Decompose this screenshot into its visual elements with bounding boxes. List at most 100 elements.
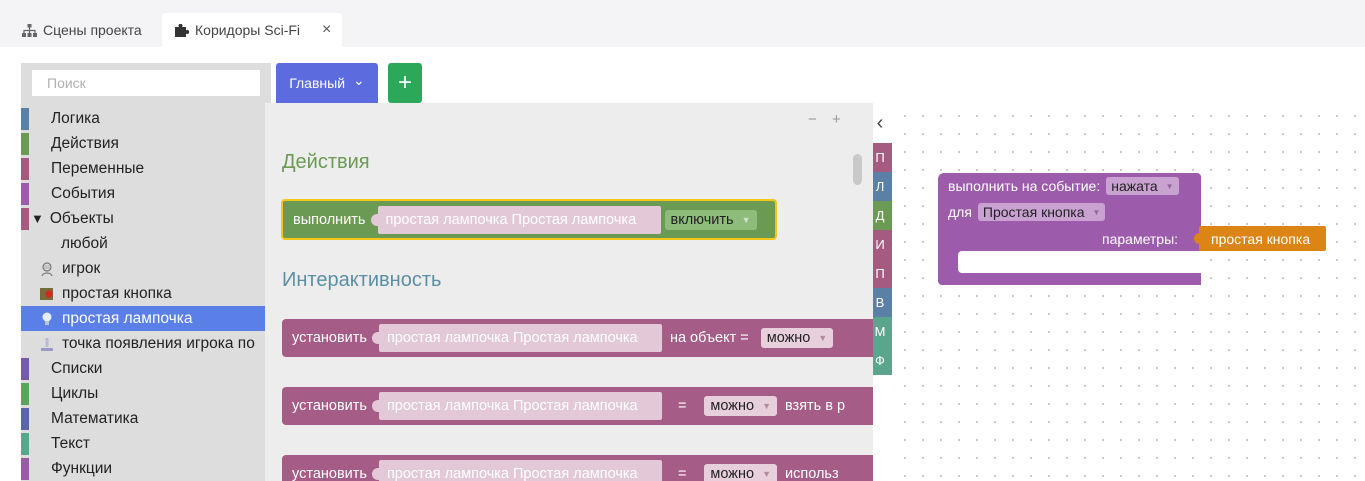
category-label: Математика: [51, 409, 139, 427]
action-block[interactable]: выполнить простая лампочка Простая лампо…: [281, 199, 777, 240]
category-math[interactable]: Математика: [21, 406, 265, 431]
category-variables[interactable]: Переменные: [21, 156, 265, 181]
category-lists[interactable]: Списки: [21, 356, 265, 381]
dropdown-arrow-icon: ▼: [762, 401, 771, 411]
object-slot[interactable]: простая лампочка Простая лампочка: [371, 460, 662, 481]
tab-scifi-corridors[interactable]: Коридоры Sci-Fi ×: [162, 13, 342, 47]
category-loops[interactable]: Циклы: [21, 381, 265, 406]
object-label: любой: [61, 234, 108, 252]
block-text: =: [677, 398, 687, 414]
category-color-bar: [21, 157, 29, 180]
category-events[interactable]: События: [21, 181, 265, 206]
flyout-scrollbar[interactable]: [853, 154, 862, 185]
sitemap-icon: [22, 23, 37, 37]
category-label: Объекты: [49, 209, 114, 227]
object-player[interactable]: игрок: [21, 256, 265, 281]
value-dropdown[interactable]: можно ▼: [704, 464, 777, 481]
object-slot[interactable]: простая лампочка Простая лампочка: [371, 392, 662, 420]
object-slot[interactable]: простая лампочка Простая лампочка: [370, 205, 661, 234]
plus-icon: +: [397, 69, 412, 96]
for-label: для: [948, 204, 972, 220]
block-verb: выполнить: [293, 211, 366, 228]
category-label: Функции: [51, 459, 113, 477]
expanded-triangle-icon[interactable]: ▼: [31, 211, 44, 226]
value-dropdown[interactable]: можно ▼: [704, 396, 777, 416]
section-label-interactivity: Интерактивность: [282, 269, 442, 291]
set-block[interactable]: установить простая лампочка Простая ламп…: [282, 319, 873, 357]
block-verb: установить: [292, 330, 367, 346]
category-functions[interactable]: Функции: [21, 456, 265, 481]
main-button-label: Главный: [289, 75, 346, 91]
block-text: взять в р: [785, 398, 846, 414]
statement-input-slot[interactable]: [958, 251, 1201, 273]
object-slot[interactable]: простая лампочка Простая лампочка: [371, 324, 662, 352]
mini-category-letter: И: [875, 237, 885, 252]
dropdown-arrow-icon: ▼: [818, 333, 828, 343]
block-text: на объект =: [669, 330, 749, 346]
blocks-canvas[interactable]: [892, 103, 1365, 481]
category-color-bar: [21, 357, 29, 380]
object-simple-lamp[interactable]: простая лампочка: [21, 306, 265, 331]
chevron-down-icon: ⌄: [353, 71, 365, 88]
tab-bar: Сцены проекта Коридоры Sci-Fi ×: [0, 0, 1365, 47]
lamp-icon: [42, 312, 52, 325]
player-icon: [41, 261, 53, 276]
set-block[interactable]: установить простая лампочка Простая ламп…: [282, 387, 873, 425]
param-block[interactable]: простая кнопка: [1194, 226, 1326, 251]
search-field[interactable]: [31, 69, 261, 97]
button-object-icon: [40, 287, 53, 300]
close-icon[interactable]: ×: [322, 22, 331, 38]
tab-project-scenes[interactable]: Сцены проекта: [22, 13, 142, 47]
block-text: использ: [785, 466, 839, 481]
object-simple-button[interactable]: простая кнопка: [21, 281, 265, 306]
set-block[interactable]: установить простая лампочка Простая ламп…: [282, 455, 873, 481]
mini-category-letter: Д: [875, 208, 885, 223]
category-label: Текст: [51, 434, 91, 452]
category-label: Циклы: [51, 384, 99, 402]
category-label: Списки: [51, 359, 103, 377]
dropdown-arrow-icon: ▼: [762, 469, 771, 479]
search-input[interactable]: [47, 75, 260, 91]
event-value: нажата: [1111, 178, 1158, 194]
dropdown-arrow-icon: ▼: [741, 214, 751, 225]
dropdown-arrow-icon: ▼: [1165, 181, 1174, 191]
dropdown-value: можно: [710, 466, 755, 481]
target-value: Простая кнопка: [982, 204, 1085, 220]
target-row: для Простая кнопка ▼: [948, 203, 1106, 221]
object-label: простая лампочка: [62, 309, 193, 327]
slot-label: простая лампочка Простая лампочка: [386, 330, 638, 346]
dropdown-arrow-icon: ▼: [1092, 207, 1101, 217]
category-color-bar: [21, 182, 29, 205]
category-color-bar: [21, 107, 29, 130]
object-label: простая кнопка: [62, 284, 172, 302]
category-objects[interactable]: ▼ Объекты: [21, 206, 265, 231]
category-actions[interactable]: Действия: [21, 131, 265, 156]
event-dropdown[interactable]: нажата ▼: [1106, 177, 1179, 195]
object-label: точка появления игрока по: [62, 334, 255, 352]
main-workspace-button[interactable]: Главный ⌄: [276, 63, 378, 103]
mini-category-letter: П: [875, 266, 885, 281]
object-player-spawn[interactable]: точка появления игрока по: [21, 331, 265, 356]
puzzle-icon: [175, 23, 189, 37]
param-label: простая кнопка: [1211, 230, 1311, 247]
zoom-in-icon[interactable]: +: [832, 111, 841, 128]
event-label: выполнить на событие:: [948, 178, 1101, 194]
slot-label: простая лампочка Простая лампочка: [385, 211, 637, 228]
category-logic[interactable]: Логика: [21, 106, 265, 131]
object-any[interactable]: любой: [21, 231, 265, 256]
action-dropdown[interactable]: включить ▼: [664, 209, 757, 230]
add-workspace-button[interactable]: +: [388, 63, 422, 103]
category-color-bar: [21, 132, 29, 155]
slot-label: простая лампочка Простая лампочка: [386, 466, 638, 481]
mini-category-letter: Ф: [875, 353, 885, 368]
block-verb: установить: [292, 466, 367, 481]
category-text[interactable]: Текст: [21, 431, 265, 456]
category-color-bar: [21, 432, 29, 455]
category-color-bar: [21, 207, 29, 230]
zoom-out-icon[interactable]: −: [808, 111, 817, 128]
value-dropdown[interactable]: можно ▼: [760, 328, 834, 348]
block-verb: установить: [292, 398, 367, 414]
target-dropdown[interactable]: Простая кнопка ▼: [977, 203, 1106, 221]
category-color-bar: [21, 382, 29, 405]
spawn-point-icon: [41, 337, 53, 351]
